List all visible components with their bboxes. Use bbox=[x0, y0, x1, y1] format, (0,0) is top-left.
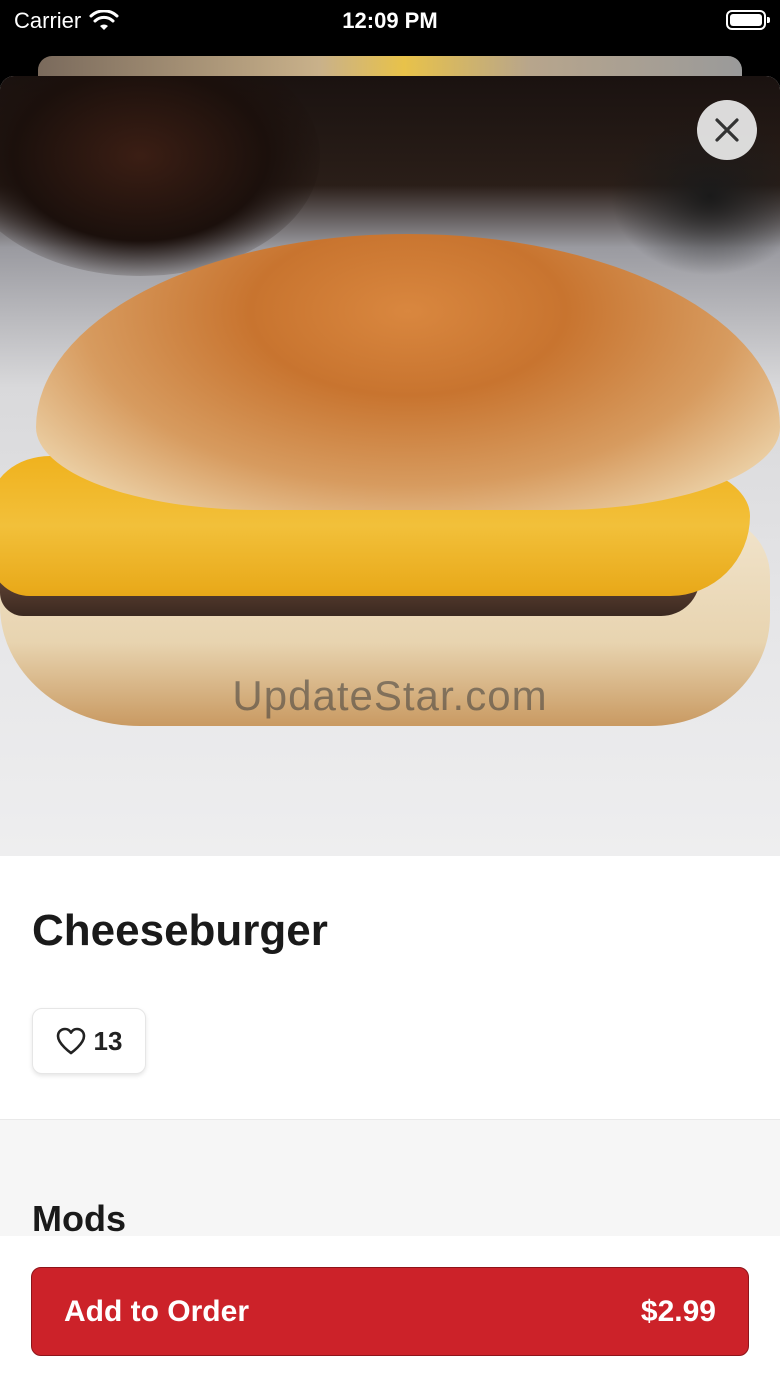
close-icon bbox=[715, 118, 739, 142]
item-title: Cheeseburger bbox=[32, 906, 328, 955]
add-to-order-label: Add to Order bbox=[64, 1294, 249, 1328]
status-time: 12:09 PM bbox=[342, 8, 438, 33]
heart-icon bbox=[56, 1027, 85, 1055]
close-button[interactable] bbox=[697, 100, 757, 160]
order-footer: Add to Order $2.99 bbox=[0, 1236, 780, 1387]
item-price: $2.99 bbox=[640, 1294, 716, 1328]
battery-icon bbox=[726, 10, 770, 30]
status-bar: Carrier 12:09 PM bbox=[0, 0, 780, 56]
like-button[interactable]: 13 bbox=[32, 1008, 146, 1074]
item-detail-sheet: UpdateStar.com Cheeseburger 13 Mods Add … bbox=[0, 76, 780, 1387]
add-to-order-button[interactable]: Add to Order $2.99 bbox=[31, 1267, 749, 1356]
watermark: UpdateStar.com bbox=[232, 672, 548, 719]
photo-background-blur bbox=[0, 76, 320, 276]
like-count: 13 bbox=[93, 1025, 123, 1056]
mods-heading: Mods bbox=[32, 1198, 126, 1239]
item-photo: UpdateStar.com bbox=[0, 76, 780, 856]
